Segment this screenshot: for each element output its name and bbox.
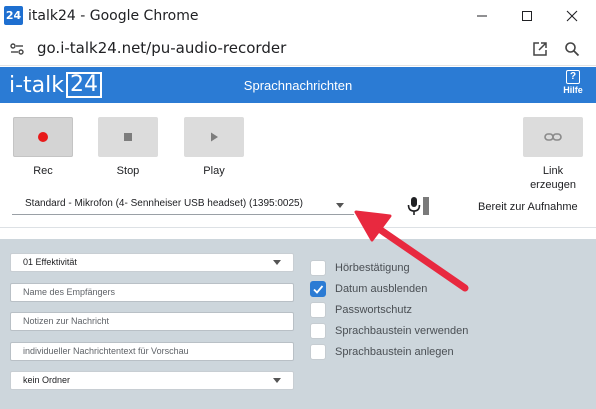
chevron-down-icon xyxy=(336,203,344,208)
preview-text-input[interactable]: individueller Nachrichtentext für Vorsch… xyxy=(10,342,294,361)
option-create-voice-module[interactable]: Sprachbaustein anlegen xyxy=(310,343,454,361)
folder-select[interactable]: kein Ordner xyxy=(10,371,294,390)
microphone-select[interactable]: Standard - Mikrofon (4- Sennheiser USB h… xyxy=(12,195,354,215)
record-label: Rec xyxy=(33,165,53,177)
password-protection-label: Passwortschutz xyxy=(335,304,413,316)
link-label-line2: erzeugen xyxy=(530,179,576,191)
use-voice-module-checkbox[interactable] xyxy=(310,323,326,339)
create-voice-module-label: Sprachbaustein anlegen xyxy=(335,346,454,358)
category-select[interactable]: 01 Effektivität xyxy=(10,253,294,272)
option-use-voice-module[interactable]: Sprachbaustein verwenden xyxy=(310,322,468,340)
play-label: Play xyxy=(203,165,225,177)
create-link-button[interactable] xyxy=(523,117,583,157)
recipient-name-input[interactable]: Name des Empfängers xyxy=(10,283,294,302)
folder-select-value: kein Ordner xyxy=(23,375,71,385)
read-receipt-checkbox[interactable] xyxy=(310,260,326,276)
window-title: italk24 - Google Chrome xyxy=(28,8,199,24)
zoom-magnifier-icon xyxy=(565,42,580,57)
message-notes-input[interactable]: Notizen zur Nachricht xyxy=(10,312,294,331)
play-button[interactable] xyxy=(184,117,244,157)
stop-label: Stop xyxy=(116,165,140,177)
recorder-panel: Rec Stop Play Link erzeugen Standard - M… xyxy=(0,103,596,227)
record-dot-icon xyxy=(38,132,48,142)
recorder-status: Bereit zur Aufnahme xyxy=(478,201,578,213)
password-protection-checkbox[interactable] xyxy=(310,302,326,318)
microphone-select-value: Standard - Mikrofon (4- Sennheiser USB h… xyxy=(25,198,303,209)
open-external-icon xyxy=(533,42,547,56)
close-button[interactable] xyxy=(552,0,592,32)
minimize-icon xyxy=(477,15,487,17)
preview-text-placeholder: individueller Nachrichtentext für Vorsch… xyxy=(23,346,189,356)
help-icon: ? xyxy=(566,70,580,84)
address-bar: go.i-talk24.net/pu-audio-recorder xyxy=(0,32,596,66)
window-titlebar: 24 italk24 - Google Chrome xyxy=(0,0,596,32)
app-header: i-talk 24 Sprachnachrichten ? Hilfe xyxy=(0,67,596,103)
maximize-icon xyxy=(522,11,532,21)
help-label: Hilfe xyxy=(563,85,583,95)
create-voice-module-checkbox[interactable] xyxy=(310,344,326,360)
url-text[interactable]: go.i-talk24.net/pu-audio-recorder xyxy=(37,39,286,57)
checkmark-icon xyxy=(313,285,324,294)
use-voice-module-label: Sprachbaustein verwenden xyxy=(335,325,469,337)
play-triangle-icon xyxy=(211,132,218,142)
zoom-button[interactable] xyxy=(561,38,583,60)
page-title: Sprachnachrichten xyxy=(243,78,353,93)
message-options-panel: 01 Effektivität Name des Empfängers Noti… xyxy=(0,239,596,409)
section-divider xyxy=(0,227,596,239)
create-link-label: Link erzeugen xyxy=(523,164,583,192)
category-select-value: 01 Effektivität xyxy=(23,257,77,267)
link-label-line1: Link xyxy=(542,165,564,177)
site-settings-icon[interactable] xyxy=(8,40,26,58)
chevron-down-icon xyxy=(273,378,281,383)
hide-date-checkbox[interactable] xyxy=(310,281,326,297)
link-chain-icon xyxy=(544,133,562,141)
stop-button[interactable] xyxy=(98,117,158,157)
chevron-down-icon xyxy=(273,260,281,265)
option-password-protection[interactable]: Passwortschutz xyxy=(310,301,412,319)
open-in-window-button[interactable] xyxy=(529,38,551,60)
help-button[interactable]: ? Hilfe xyxy=(561,70,585,95)
italk24-app-icon: 24 xyxy=(4,6,23,25)
annotation-arrow-icon xyxy=(354,210,469,292)
maximize-button[interactable] xyxy=(507,0,547,32)
message-notes-placeholder: Notizen zur Nachricht xyxy=(23,316,110,326)
recipient-name-placeholder: Name des Empfängers xyxy=(23,287,116,297)
record-button[interactable] xyxy=(13,117,73,157)
close-icon xyxy=(566,10,578,22)
stop-square-icon xyxy=(124,133,132,141)
minimize-button[interactable] xyxy=(462,0,502,32)
